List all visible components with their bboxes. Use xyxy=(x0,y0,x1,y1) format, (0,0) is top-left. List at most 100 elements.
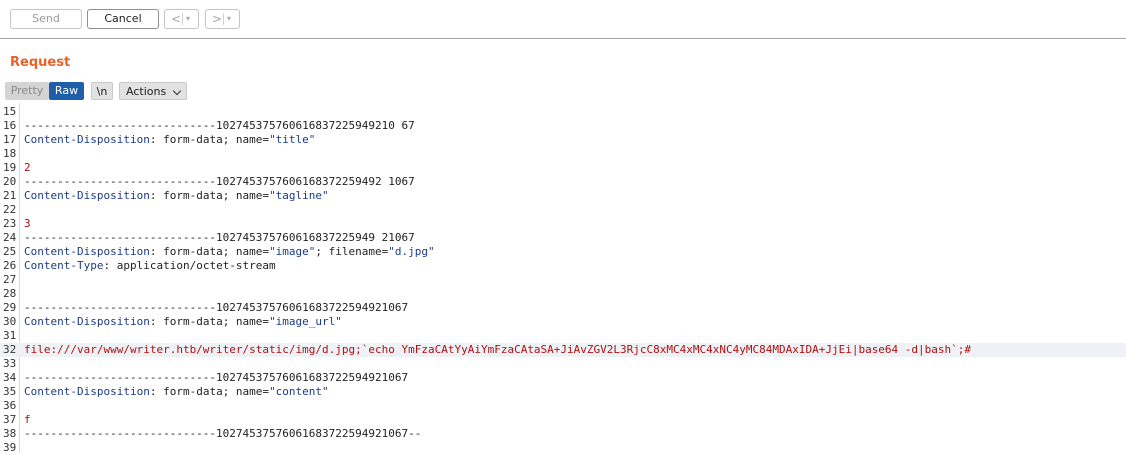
actions-label: Actions xyxy=(126,85,167,98)
code-token: -----------------------------10274537576… xyxy=(24,301,409,314)
line-number: 32 xyxy=(3,343,17,356)
code-line: 24 -----------------------------102745375… xyxy=(0,231,1126,245)
actions-dropdown[interactable]: Actions xyxy=(119,82,187,100)
code-line: 29 -----------------------------102745375… xyxy=(0,301,1126,315)
line-content: Content-Disposition: form-data; name="im… xyxy=(24,245,435,259)
line-number: 33 xyxy=(3,357,17,370)
code-token: Content-Type xyxy=(24,259,104,272)
code-line: 30 Content-Disposition: form-data; name="… xyxy=(0,315,1126,329)
line-number: 20 xyxy=(3,175,17,188)
code-token: : application/octet-stream xyxy=(103,259,276,272)
code-line: 16 -----------------------------102745375… xyxy=(0,119,1126,133)
line-number: 35 xyxy=(3,385,17,398)
code-line: 34 -----------------------------102745375… xyxy=(0,371,1126,385)
panel-title: Request xyxy=(10,55,71,70)
code-line: 36 xyxy=(0,399,1126,413)
code-token: -----------------------------10274537576… xyxy=(24,427,422,440)
line-number: 34 xyxy=(3,371,17,384)
code-line: 31 xyxy=(0,329,1126,343)
code-line: 19 2 xyxy=(0,161,1126,175)
code-token: ; filename= xyxy=(315,245,389,258)
request-editor[interactable]: 15 16 -----------------------------1027453… xyxy=(0,103,1126,454)
line-number: 15 xyxy=(3,105,17,118)
line-number: 18 xyxy=(3,147,17,160)
line-content: -----------------------------10274537576… xyxy=(24,371,408,385)
code-token: "content" xyxy=(269,385,329,398)
newline-toggle-button[interactable]: \n xyxy=(91,82,113,100)
code-line: 26 Content-Type: application/octet-stream xyxy=(0,259,1126,273)
line-content: 3 xyxy=(24,217,31,231)
history-back-button[interactable]: < ▾ xyxy=(164,9,199,29)
line-content: -----------------------------10274537576… xyxy=(24,301,408,315)
code-token: Content-Disposition xyxy=(24,133,150,146)
code-token: : form-data; name= xyxy=(149,315,270,328)
code-line: 38 -----------------------------102745375… xyxy=(0,427,1126,441)
line-number: 17 xyxy=(3,133,17,146)
code-token: 2 xyxy=(24,161,31,174)
code-token: "tagline" xyxy=(269,189,329,202)
code-token: "image" xyxy=(269,245,316,258)
code-token: "image_url" xyxy=(269,315,342,328)
divider xyxy=(182,13,183,25)
code-line: 22 xyxy=(0,203,1126,217)
send-button[interactable]: Send xyxy=(10,9,82,29)
line-content: -----------------------------10274537576… xyxy=(24,175,415,189)
line-content: file:///var/www/writer.htb/writer/static… xyxy=(24,343,971,357)
line-number: 27 xyxy=(3,273,17,286)
line-content: f xyxy=(24,413,31,427)
line-number: 26 xyxy=(3,259,17,272)
code-token: file:///var/www/writer.htb/writer/static… xyxy=(24,343,972,356)
code-token: Content-Disposition xyxy=(24,245,150,258)
line-number: 30 xyxy=(3,315,17,328)
code-token: -----------------------------10274537576… xyxy=(24,371,409,384)
line-content: Content-Disposition: form-data; name="ta… xyxy=(24,189,329,203)
line-content: 2 xyxy=(24,161,31,175)
divider xyxy=(223,13,224,25)
line-content: -----------------------------10274537576… xyxy=(24,119,415,133)
line-content: Content-Type: application/octet-stream xyxy=(24,259,276,273)
code-line: 25 Content-Disposition: form-data; name="… xyxy=(0,245,1126,259)
code-line: 17 Content-Disposition: form-data; name="… xyxy=(0,133,1126,147)
code-token: -----------------------------10274537576… xyxy=(24,231,415,244)
chevron-right-icon: > xyxy=(212,12,223,26)
cancel-button[interactable]: Cancel xyxy=(87,9,159,29)
code-line: 28 xyxy=(0,287,1126,301)
code-token: : form-data; name= xyxy=(149,189,270,202)
code-line: 33 xyxy=(0,357,1126,371)
line-number: 29 xyxy=(3,301,17,314)
code-line: 20 -----------------------------102745375… xyxy=(0,175,1126,189)
code-token: -----------------------------10274537576… xyxy=(24,119,415,132)
code-token: : form-data; name= xyxy=(149,385,270,398)
code-token: Content-Disposition xyxy=(24,385,150,398)
chevron-down-icon[interactable]: ▾ xyxy=(227,10,231,28)
code-token: : form-data; name= xyxy=(149,245,270,258)
chevron-down-icon[interactable]: ▾ xyxy=(186,10,190,28)
line-number: 37 xyxy=(3,413,17,426)
code-token: "title" xyxy=(269,133,316,146)
code-line: 35 Content-Disposition: form-data; name="… xyxy=(0,385,1126,399)
line-number: 23 xyxy=(3,217,17,230)
line-content: -----------------------------10274537576… xyxy=(24,231,415,245)
request-toolbar: Send Cancel < ▾ > ▾ xyxy=(0,0,1126,39)
line-number: 25 xyxy=(3,245,17,258)
history-forward-button[interactable]: > ▾ xyxy=(205,9,240,29)
chevron-left-icon: < xyxy=(171,12,182,26)
code-token: 3 xyxy=(24,217,31,230)
code-line: 18 xyxy=(0,147,1126,161)
code-line: 23 3 xyxy=(0,217,1126,231)
code-token: "d.jpg" xyxy=(388,245,435,258)
tab-raw[interactable]: Raw xyxy=(49,82,84,100)
tab-pretty[interactable]: Pretty xyxy=(5,82,49,100)
line-number: 22 xyxy=(3,203,17,216)
code-line: 21 Content-Disposition: form-data; name="… xyxy=(0,189,1126,203)
code-token: Content-Disposition xyxy=(24,315,150,328)
line-number: 24 xyxy=(3,231,17,244)
line-number: 16 xyxy=(3,119,17,132)
line-content: Content-Disposition: form-data; name="ti… xyxy=(24,133,315,147)
line-content: -----------------------------10274537576… xyxy=(24,427,421,441)
line-number: 36 xyxy=(3,399,17,412)
code-line: 32 file:///var/www/writer.htb/writer/stat… xyxy=(0,343,1126,357)
line-content: Content-Disposition: form-data; name="co… xyxy=(24,385,329,399)
line-number: 21 xyxy=(3,189,17,202)
line-content: Content-Disposition: form-data; name="im… xyxy=(24,315,342,329)
